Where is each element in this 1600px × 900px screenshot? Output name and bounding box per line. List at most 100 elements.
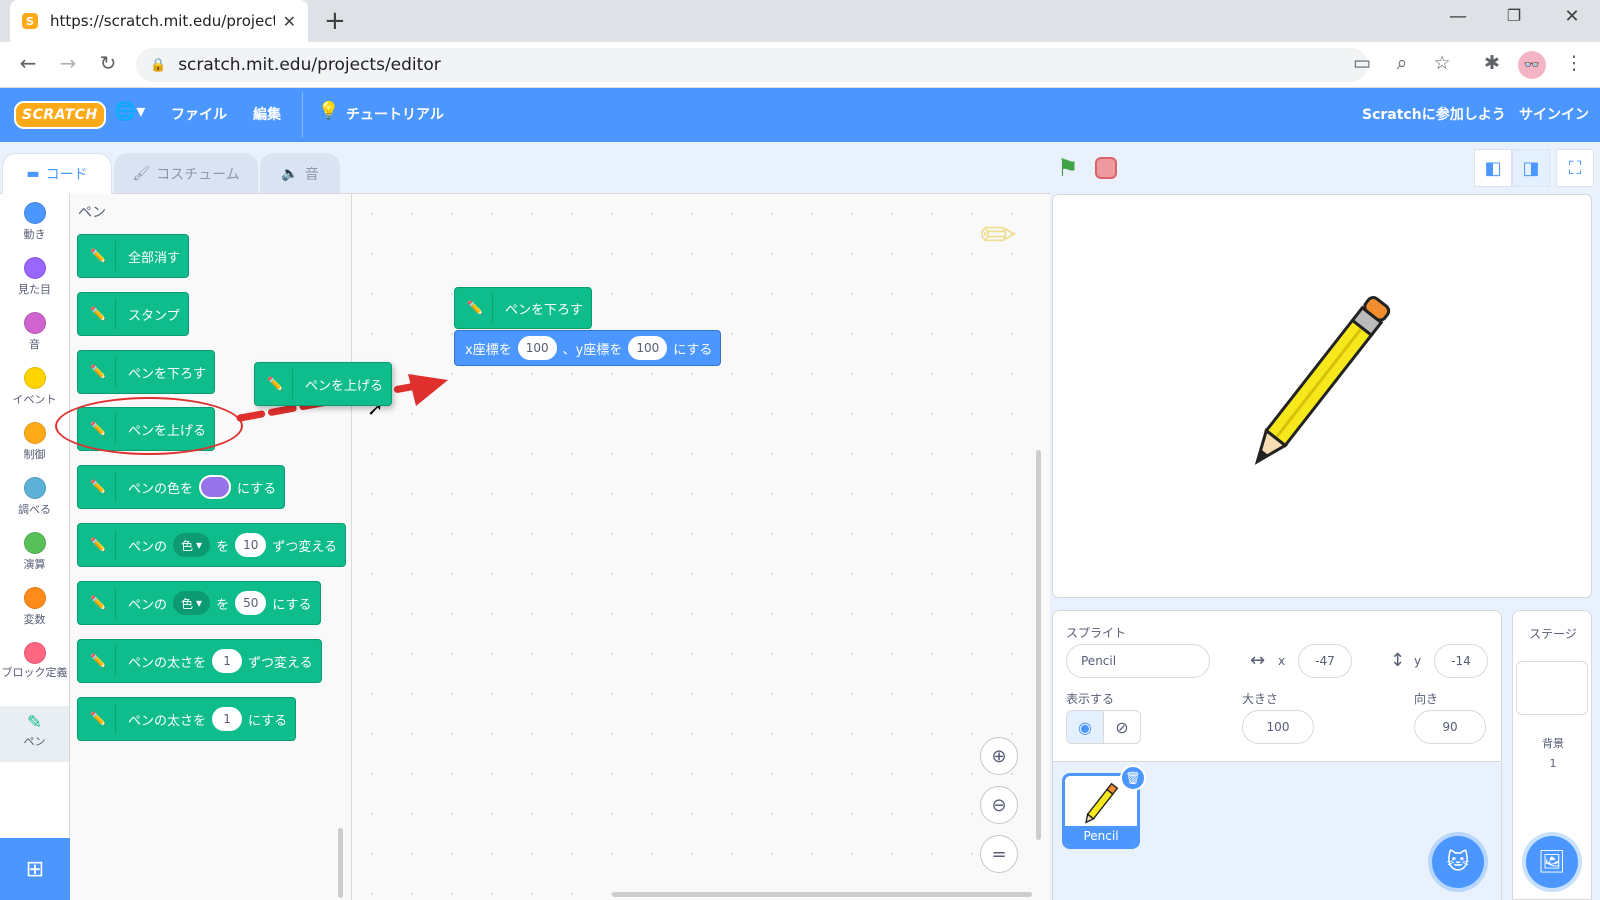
extensions-icon[interactable]: ✱ [1478,52,1506,74]
direction-input[interactable]: 90 [1414,710,1486,744]
tab-costumes[interactable]: 🖌 コスチューム [114,153,258,193]
block-set-pen-size[interactable]: ✏️ ペンの太さを 1 にする [77,697,297,741]
stage-thumbnail[interactable] [1516,661,1588,715]
new-tab-icon[interactable]: + [324,6,346,36]
sprite-label: スプライト [1066,626,1127,640]
palette-scrollbar[interactable] [338,828,343,898]
category-my-blocks[interactable]: ブロック定義 [0,642,69,680]
tab-sounds-label: 音 [304,166,319,183]
stage-canvas[interactable] [1052,194,1592,598]
join-scratch-link[interactable]: Scratchに参加しよう [1362,104,1506,124]
small-stage-button[interactable]: ◧ [1474,149,1512,187]
category-label: ブロック定義 [1,666,68,679]
address-bar[interactable]: 🔒 scratch.mit.edu/projects/editor [136,48,1368,82]
hide-sprite-button[interactable]: ⊘ [1103,710,1141,744]
profile-avatar[interactable]: 👓 [1518,51,1546,79]
choose-sprite-button[interactable]: 🐱 [1432,836,1484,888]
pen-param-dropdown[interactable]: 色 ▾ [173,591,211,615]
category-events[interactable]: イベント [0,367,69,407]
number-input[interactable]: 10 [235,533,267,557]
number-input[interactable]: 1 [212,707,243,731]
zoom-reset-button[interactable]: = [980,835,1018,873]
x-input[interactable]: -47 [1298,644,1352,678]
block-set-pen-color[interactable]: ✏️ ペンの色を にする [77,465,286,509]
show-sprite-button[interactable]: ◉ [1066,710,1104,744]
category-dot [23,312,46,334]
block-text: ペンの [128,597,168,613]
category-control[interactable]: 制御 [0,422,69,462]
green-flag-icon[interactable]: ⚑ [1057,154,1079,182]
number-input[interactable]: 1 [212,649,243,673]
cast-icon[interactable]: ▭ [1348,52,1376,74]
y-input[interactable]: -14 [1434,644,1488,678]
restore-icon[interactable]: ❐ [1494,6,1534,25]
pen-block-icon: ✏️ [88,299,116,329]
block-change-pen-size[interactable]: ✏️ ペンの太さを 1 ずつ変える [77,639,322,683]
add-extension-button[interactable]: ⊞ [0,838,70,900]
tab-close-icon[interactable]: ✕ [283,12,296,31]
category-pen[interactable]: ✎ ペン [0,706,69,762]
category-sensing[interactable]: 調べる [0,477,69,517]
block-pen-down[interactable]: ✏️ ペンを下ろす [77,350,216,394]
y-input[interactable]: 100 [628,336,668,360]
fullscreen-button[interactable]: ⛶ [1556,149,1594,187]
size-input[interactable]: 100 [1242,710,1314,744]
window-close-icon[interactable]: ✕ [1552,6,1592,27]
block-pen-clear[interactable]: ✏️ 全部消す [77,234,190,278]
category-dot [23,587,46,609]
script-horizontal-scrollbar[interactable] [612,892,1032,897]
block-text: にする [237,481,277,497]
zoom-icon[interactable]: ⌕ [1388,52,1416,74]
back-icon[interactable]: ← [14,51,42,75]
script-block-pen-down[interactable]: ✏️ ペンを下ろす [454,287,593,329]
kebab-menu-icon[interactable]: ⋮ [1560,52,1588,74]
x-arrows-icon: ↔ [1250,650,1266,671]
stage-title: ステージ [1529,627,1577,641]
bookmark-star-icon[interactable]: ☆ [1428,52,1456,74]
category-operators[interactable]: 演算 [0,532,69,572]
choose-backdrop-button[interactable]: 🖼 [1526,836,1578,888]
block-pen-up[interactable]: ✏️ ペンを上げる [77,407,216,451]
tab-code[interactable]: ▬ コード [2,153,112,194]
category-sound[interactable]: 音 [0,312,69,352]
menu-file[interactable]: ファイル [171,104,227,124]
block-change-pen-param[interactable]: ✏️ ペンの 色 ▾ を 10 ずつ変える [77,523,346,567]
delete-sprite-button[interactable]: 🗑 [1120,765,1146,791]
scratch-logo[interactable]: SCRATCH [14,101,106,129]
stop-sign-icon[interactable] [1095,157,1117,179]
add-extension-icon: ⊞ [25,856,45,882]
number-input[interactable]: 50 [235,591,267,615]
menu-tutorials[interactable]: チュートリアル [346,104,444,124]
pen-color-swatch[interactable] [199,475,232,499]
x-input[interactable]: 100 [517,336,557,360]
category-motion[interactable]: 動き [0,202,69,242]
minimize-icon[interactable]: — [1438,6,1478,27]
category-looks[interactable]: 見た目 [0,257,69,297]
zoom-out-button[interactable]: ⊖ [980,786,1018,824]
tab-sounds[interactable]: 🔈 音 [260,153,340,193]
sprite-name-input[interactable]: Pencil [1066,644,1210,678]
zoom-in-button[interactable]: ⊕ [980,737,1018,775]
block-pen-stamp[interactable]: ✏️ スタンプ [77,292,189,336]
block-text: ペンを上げる [128,423,207,439]
pen-param-dropdown[interactable]: 色 ▾ [173,533,211,557]
dragging-block-pen-up[interactable]: ✏️ ペンを上げる [254,362,393,406]
lightbulb-icon: 💡 [318,101,340,121]
sign-in-link[interactable]: サインイン [1519,104,1589,124]
reload-icon[interactable]: ↻ [94,51,122,75]
tab-costumes-label: コスチューム [156,166,240,183]
language-globe-icon[interactable]: 🌐▾ [114,101,145,122]
large-stage-button[interactable]: ◨ [1512,149,1550,187]
show-label: 表示する [1066,692,1115,706]
pencil-sprite[interactable] [1053,195,1592,598]
block-text: にする [272,597,312,613]
forward-icon[interactable]: → [54,51,82,75]
category-label: 変数 [23,613,46,626]
script-block-goto-xy[interactable]: x座標を 100 、y座標を 100 にする [454,330,722,366]
block-set-pen-param[interactable]: ✏️ ペンの 色 ▾ を 50 にする [77,581,321,625]
menu-edit[interactable]: 編集 [253,104,281,124]
category-variables[interactable]: 変数 [0,587,69,627]
speaker-icon: 🔈 [281,165,299,182]
browser-tab[interactable]: S https://scratch.mit.edu/projects/e ✕ [10,0,308,42]
script-vertical-scrollbar[interactable] [1036,450,1041,840]
